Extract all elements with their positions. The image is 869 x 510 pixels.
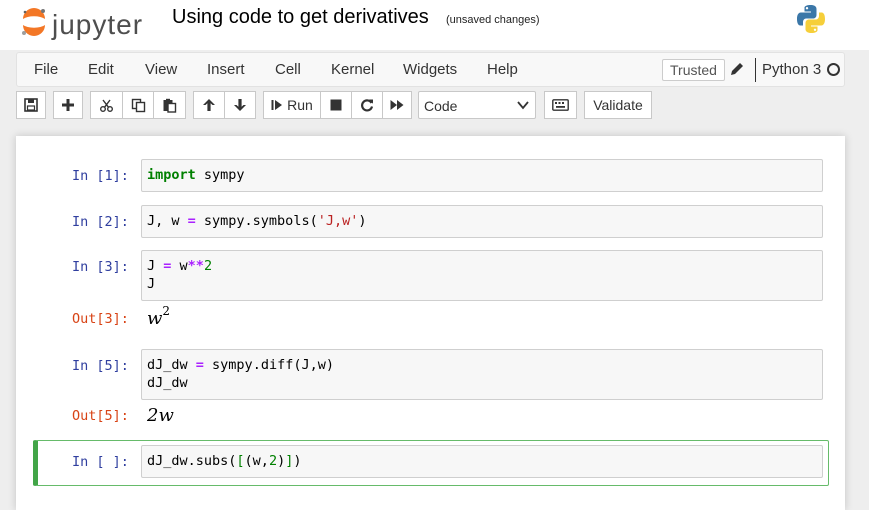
menu-view[interactable]: View	[145, 61, 177, 78]
arrow-down-icon	[234, 99, 246, 111]
input-prompt: In [ ]:	[72, 454, 129, 470]
code-line: import	[147, 167, 196, 183]
jupyter-logo[interactable]: jupyter	[20, 6, 160, 42]
save-icon	[24, 98, 38, 112]
menubar: File Edit View Insert Cell Kernel Widget…	[16, 52, 845, 87]
kernel-name[interactable]: Python 3	[762, 61, 821, 78]
arrow-up-icon	[203, 99, 215, 111]
scissors-icon	[100, 99, 113, 112]
chevron-down-icon	[517, 101, 529, 110]
output-prompt: Out[3]:	[72, 311, 129, 327]
python-logo-icon	[797, 5, 825, 33]
menu-kernel[interactable]: Kernel	[331, 61, 374, 78]
restart-icon	[361, 99, 374, 112]
menu-cell[interactable]: Cell	[275, 61, 301, 78]
run-label: Run	[287, 97, 313, 113]
copy-icon	[131, 98, 145, 112]
jupyter-logo-text: jupyter	[52, 9, 144, 40]
cell-input[interactable]: J = w**2 J	[141, 250, 823, 301]
cut-button[interactable]	[90, 91, 123, 119]
header: jupyter Using code to get derivatives (u…	[0, 0, 869, 50]
stop-icon	[330, 99, 342, 111]
command-palette-button[interactable]	[544, 91, 577, 119]
step-forward-icon	[271, 100, 283, 110]
insert-cell-button[interactable]	[53, 91, 83, 119]
paste-button[interactable]	[153, 91, 186, 119]
move-down-button[interactable]	[224, 91, 256, 119]
fast-forward-icon	[390, 100, 403, 110]
kernel-idle-indicator	[827, 63, 840, 76]
notebook-container: In [1]: import sympy In [2]: J, w = symp…	[16, 136, 845, 510]
copy-button[interactable]	[122, 91, 154, 119]
move-up-button[interactable]	[193, 91, 225, 119]
pencil-icon[interactable]	[729, 61, 745, 77]
cell-output: 2w	[147, 405, 174, 426]
menu-widgets[interactable]: Widgets	[403, 61, 457, 78]
output-prompt: Out[5]:	[72, 408, 129, 424]
input-prompt: In [1]:	[72, 168, 129, 184]
cell-type-select[interactable]: Code	[418, 91, 536, 119]
menu-insert[interactable]: Insert	[207, 61, 245, 78]
run-button[interactable]: Run	[263, 91, 321, 119]
jupyter-logo-icon	[22, 8, 45, 36]
menu-file[interactable]: File	[34, 61, 58, 78]
notebook-title[interactable]: Using code to get derivatives	[172, 6, 429, 29]
cell-output: w2	[147, 304, 171, 329]
kernel-separator	[755, 58, 756, 82]
validate-label: Validate	[593, 97, 643, 113]
validate-button[interactable]: Validate	[584, 91, 652, 119]
save-status: (unsaved changes)	[446, 14, 540, 26]
input-prompt: In [3]:	[72, 259, 129, 275]
cell-input[interactable]: import sympy	[141, 159, 823, 192]
toolbar: Run Code Validate	[16, 88, 845, 122]
input-prompt: In [5]:	[72, 358, 129, 374]
cell-input[interactable]: dJ_dw.subs([(w,2)])	[141, 445, 823, 478]
paste-icon	[163, 98, 177, 113]
cell-input[interactable]: dJ_dw = sympy.diff(J,w) dJ_dw	[141, 349, 823, 400]
keyboard-icon	[552, 99, 569, 111]
restart-run-all-button[interactable]	[382, 91, 412, 119]
menu-help[interactable]: Help	[487, 61, 518, 78]
cell-type-value: Code	[424, 98, 458, 114]
cell-input[interactable]: J, w = sympy.symbols('J,w')	[141, 205, 823, 238]
menu-edit[interactable]: Edit	[88, 61, 114, 78]
interrupt-kernel-button[interactable]	[320, 91, 352, 119]
plus-icon	[62, 99, 74, 111]
selected-code-cell[interactable]: In [ ]: dJ_dw.subs([(w,2)])	[33, 440, 829, 486]
trusted-indicator[interactable]: Trusted	[662, 59, 725, 81]
restart-kernel-button[interactable]	[351, 91, 383, 119]
save-button[interactable]	[16, 91, 46, 119]
input-prompt: In [2]:	[72, 214, 129, 230]
